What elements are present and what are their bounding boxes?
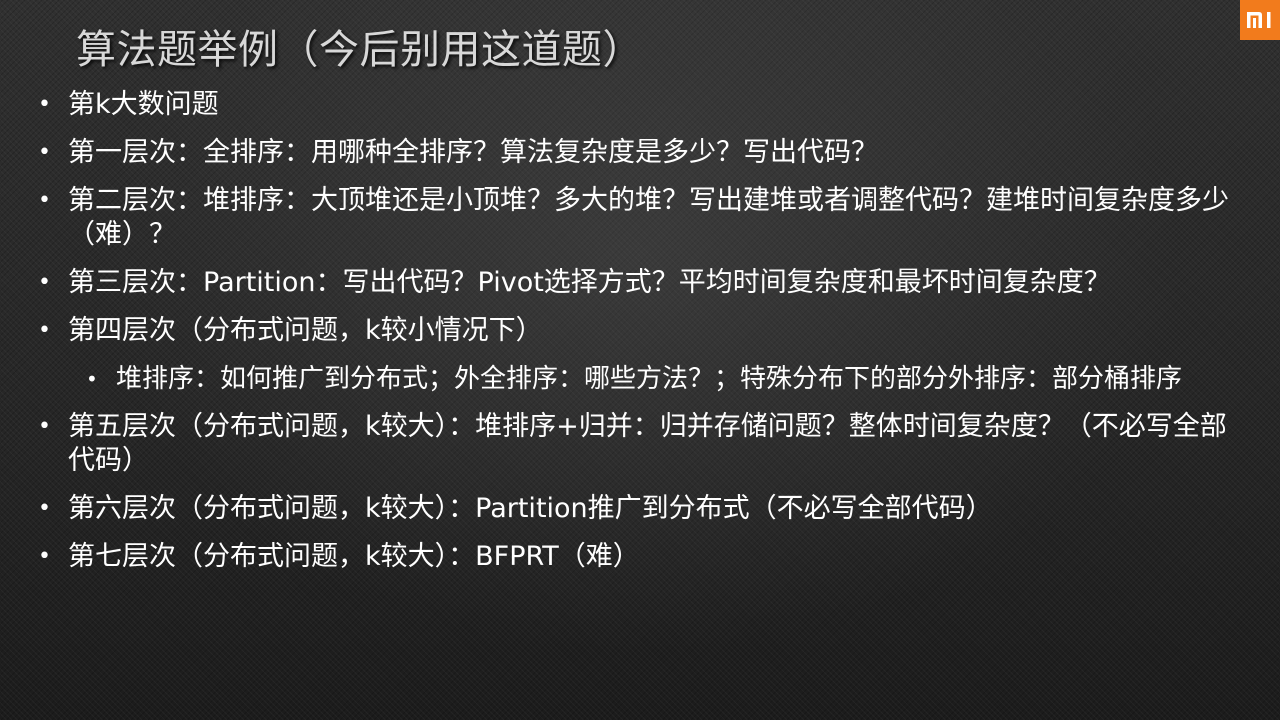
bullet-dot-icon: • [38, 140, 51, 165]
bullet-item: • 第七层次（分布式问题，k较大）：BFPRT（难） [36, 540, 1236, 574]
bullet-item: • 第二层次：堆排序：大顶堆还是小顶堆？多大的堆？写出建堆或者调整代码？建堆时间… [36, 184, 1236, 252]
bullet-text: 第七层次（分布式问题，k较大）：BFPRT（难） [68, 541, 640, 572]
bullet-item: • 第五层次（分布式问题，k较大）：堆排序+归并：归并存储问题？整体时间复杂度？… [36, 410, 1236, 478]
bullet-item: • 第一层次：全排序：用哪种全排序？算法复杂度是多少？写出代码？ [36, 136, 1236, 170]
bullet-dot-icon: • [38, 414, 51, 439]
bullet-text: 堆排序：如何推广到分布式；外全排序：哪些方法？；特殊分布下的部分外排序：部分桶排… [116, 364, 1183, 394]
bullet-item: • 第三层次：Partition：写出代码？Pivot选择方式？平均时间复杂度和… [36, 266, 1236, 300]
bullet-item: • 第六层次（分布式问题，k较大）：Partition推广到分布式（不必写全部代… [36, 492, 1236, 526]
bullet-text: 第一层次：全排序：用哪种全排序？算法复杂度是多少？写出代码？ [68, 137, 878, 168]
bullet-dot-icon: • [38, 318, 51, 343]
bullet-dot-icon: • [38, 544, 51, 569]
bullet-list: • 第k大数问题 • 第一层次：全排序：用哪种全排序？算法复杂度是多少？写出代码… [36, 88, 1236, 588]
bullet-item: • 第四层次（分布式问题，k较小情况下） [36, 314, 1236, 348]
bullet-text: 第三层次：Partition：写出代码？Pivot选择方式？平均时间复杂度和最坏… [68, 267, 1111, 298]
mi-logo-icon [1247, 12, 1271, 28]
sub-bullet-item: • 堆排序：如何推广到分布式；外全排序：哪些方法？；特殊分布下的部分外排序：部分… [84, 362, 1236, 396]
bullet-dot-icon: • [38, 270, 51, 295]
bullet-dot-icon: • [38, 92, 51, 117]
bullet-dot-icon: • [86, 367, 98, 391]
bullet-text: 第五层次（分布式问题，k较大）：堆排序+归并：归并存储问题？整体时间复杂度？（不… [68, 411, 1227, 476]
bullet-text: 第六层次（分布式问题，k较大）：Partition推广到分布式（不必写全部代码） [68, 493, 993, 524]
bullet-item: • 第k大数问题 [36, 88, 1236, 122]
mi-logo [1240, 0, 1280, 40]
slide-title: 算法题举例（今后别用这道题） [76, 27, 643, 73]
bullet-text: 第k大数问题 [68, 89, 219, 120]
bullet-text: 第二层次：堆排序：大顶堆还是小顶堆？多大的堆？写出建堆或者调整代码？建堆时间复杂… [68, 185, 1229, 250]
bullet-dot-icon: • [38, 496, 51, 521]
bullet-dot-icon: • [38, 188, 51, 213]
bullet-text: 第四层次（分布式问题，k较小情况下） [68, 315, 543, 346]
